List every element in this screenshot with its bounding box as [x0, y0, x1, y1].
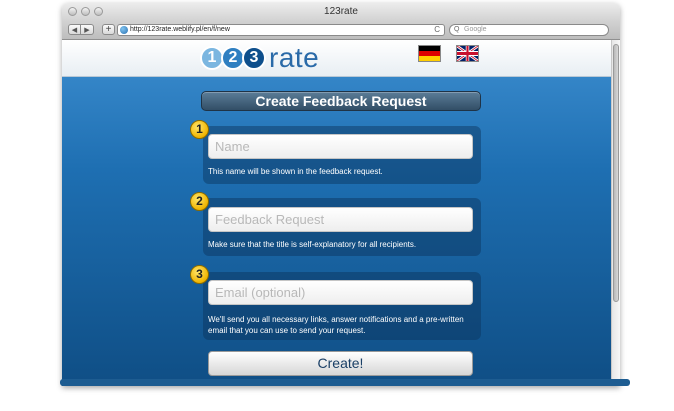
title-step-box: Make sure that the title is self-explana… — [203, 198, 481, 256]
step-3-badge: 3 — [190, 265, 209, 284]
window-base-shadow — [60, 379, 630, 386]
name-step-box: This name will be shown in the feedback … — [203, 126, 481, 184]
email-step-box: We'll send you all necessary links, answ… — [203, 272, 481, 340]
logo-digit-3: 3 — [242, 46, 266, 70]
url-text: http://123rate.weblify.pl/en/f/new — [130, 26, 230, 33]
window-title: 123rate — [324, 6, 358, 17]
nav-buttons: ◀ ▶ — [68, 24, 94, 35]
add-bookmark-button[interactable]: + — [102, 24, 115, 35]
back-button[interactable]: ◀ — [68, 24, 81, 35]
form-title: Create Feedback Request — [201, 91, 481, 111]
search-field[interactable]: Q Google — [449, 24, 609, 36]
browser-toolbar: ◀ ▶ + http://123rate.weblify.pl/en/f/new… — [62, 21, 620, 40]
address-bar[interactable]: http://123rate.weblify.pl/en/f/new C — [117, 24, 445, 36]
name-hint: This name will be shown in the feedback … — [208, 167, 383, 176]
globe-icon — [120, 26, 128, 34]
vertical-scrollbar[interactable] — [611, 40, 620, 386]
create-button[interactable]: Create! — [208, 351, 473, 376]
feedback-request-hint: Make sure that the title is self-explana… — [208, 240, 417, 249]
scrollbar-thumb[interactable] — [613, 44, 619, 302]
browser-window: 123rate ◀ ▶ + http://123rate.weblify.pl/… — [62, 3, 620, 386]
feedback-request-input[interactable] — [208, 207, 473, 232]
name-input[interactable] — [208, 134, 473, 159]
uk-flag-icon[interactable] — [456, 45, 479, 62]
search-placeholder: Google — [464, 26, 487, 33]
logo-word: rate — [269, 42, 320, 73]
search-icon: Q — [454, 26, 460, 33]
title-bar: 123rate — [62, 3, 620, 21]
email-hint: We'll send you all necessary links, answ… — [208, 315, 464, 335]
step-1-badge: 1 — [190, 120, 209, 139]
site-header: 1 2 3 rate — [62, 40, 611, 77]
email-input[interactable] — [208, 280, 473, 305]
german-flag-icon[interactable] — [418, 45, 441, 62]
step-2-badge: 2 — [190, 192, 209, 211]
page-content: 1 2 3 rate Create Feedback Request This … — [62, 40, 611, 386]
site-logo[interactable]: 1 2 3 rate — [200, 43, 319, 73]
reload-icon[interactable]: C — [434, 25, 440, 35]
forward-button[interactable]: ▶ — [81, 24, 94, 35]
